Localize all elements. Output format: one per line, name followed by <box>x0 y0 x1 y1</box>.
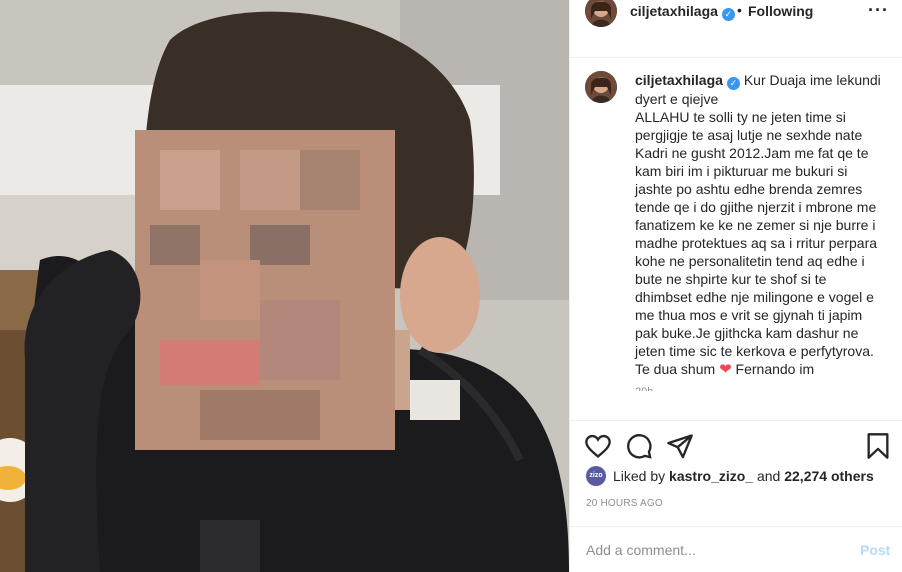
liker-username[interactable]: kastro_zizo_ <box>669 468 753 484</box>
post-header: ciljetaxhilaga ✓ • Following ··· <box>570 0 902 58</box>
comment-bubble-icon[interactable] <box>625 432 653 460</box>
caption-text: ciljetaxhilaga ✓ Kur Duaja ime lekundi dy… <box>635 71 885 379</box>
post-image <box>0 0 569 572</box>
post-actions <box>570 420 902 470</box>
author-username[interactable]: ciljetaxhilaga ✓ <box>630 3 735 21</box>
more-options-icon[interactable]: ··· <box>868 0 889 21</box>
caption-body-end: Fernando im <box>731 361 815 377</box>
heart-emoji-icon: ❤ <box>719 361 732 378</box>
save-bookmark-icon[interactable] <box>864 432 892 460</box>
comments-section[interactable]: ciljetaxhilaga ✓ Kur Duaja ime lekundi dy… <box>570 59 902 420</box>
liker-avatar[interactable]: zizo <box>586 466 606 486</box>
add-comment-bar: Post <box>570 526 902 572</box>
caption-author-username[interactable]: ciljetaxhilaga <box>635 72 723 88</box>
likes-text: Liked by kastro_zizo_ and 22,274 others <box>613 468 874 484</box>
verified-badge-icon: ✓ <box>721 8 735 21</box>
post-side-panel: ciljetaxhilaga ✓ • Following ··· ciljetax… <box>569 0 902 572</box>
like-heart-icon[interactable] <box>584 432 612 460</box>
share-paper-plane-icon[interactable] <box>666 432 694 460</box>
pixelated-face <box>135 130 395 450</box>
caption-author-avatar[interactable] <box>585 71 617 103</box>
author-avatar[interactable] <box>585 0 617 27</box>
likes-middle: and <box>753 468 785 484</box>
post-caption: ciljetaxhilaga ✓ Kur Duaja ime lekundi dy… <box>635 71 885 391</box>
author-username-text[interactable]: ciljetaxhilaga <box>630 3 718 19</box>
likes-count-link[interactable]: 22,274 others <box>784 468 874 484</box>
caption-time: 20h <box>635 383 885 391</box>
caption-verified-badge-icon: ✓ <box>726 77 740 90</box>
comment-input[interactable] <box>586 540 836 560</box>
caption-body: Kur Duaja ime lekundi dyert e qiejve ALL… <box>635 72 881 377</box>
post-comment-button[interactable]: Post <box>860 542 890 558</box>
post-timestamp[interactable]: 20 HOURS AGO <box>586 498 663 509</box>
separator-dot: • <box>737 2 742 18</box>
likes-prefix: Liked by <box>613 468 670 484</box>
following-button[interactable]: Following <box>748 3 813 19</box>
post-photo[interactable] <box>0 0 569 572</box>
